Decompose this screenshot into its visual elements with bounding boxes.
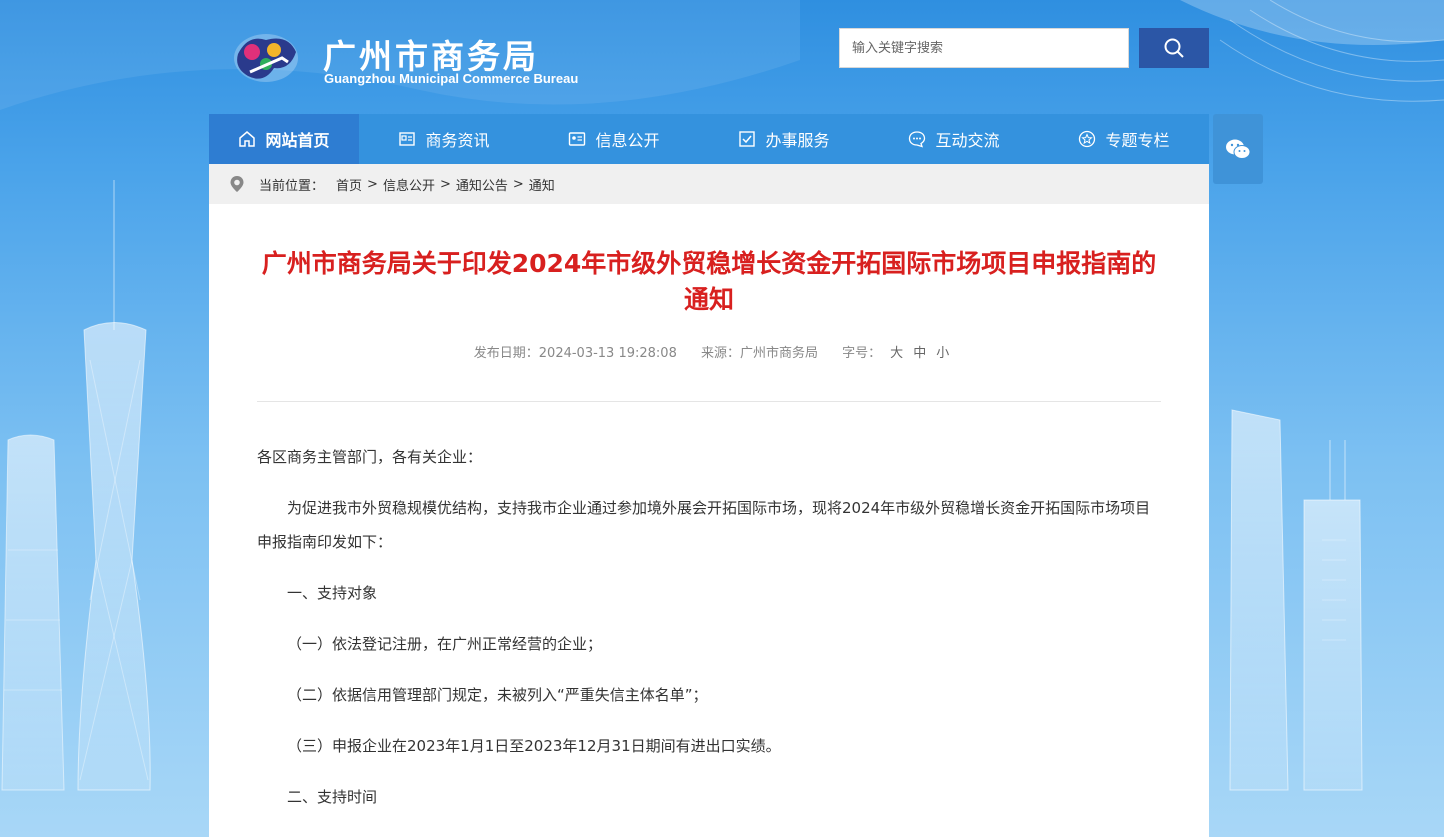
search-button[interactable] bbox=[1139, 28, 1209, 68]
paragraph-list-item: （三）申报企业在2023年1月1日至2023年12月31日期间有进出口实绩。 bbox=[287, 737, 781, 755]
breadcrumb: 当前位置： 首页 > 信息公开 > 通知公告 > 通知 bbox=[209, 164, 1209, 204]
font-size-large-button[interactable]: 大 bbox=[890, 346, 903, 361]
article-meta: 发布日期：2024-03-13 19:28:08 来源：广州市商务局 字号： 大中… bbox=[257, 342, 1161, 361]
location-pin-icon bbox=[230, 176, 244, 192]
main-nav: 网站首页 商务资讯 信息公开 办事服务 互动交流 专题专栏 bbox=[209, 114, 1209, 164]
breadcrumb-notice[interactable]: 通知 bbox=[529, 175, 555, 194]
news-icon bbox=[399, 132, 416, 146]
search-icon bbox=[1164, 38, 1184, 58]
nav-item-label: 网站首页 bbox=[265, 131, 330, 150]
nav-item-info-disclosure[interactable]: 信息公开 bbox=[529, 114, 699, 164]
nav-item-label: 互动交流 bbox=[935, 131, 1000, 150]
font-size-medium-button[interactable]: 中 bbox=[913, 346, 926, 361]
chat-bubble-icon bbox=[909, 131, 926, 148]
paragraph-section-heading: 二、支持时间 bbox=[287, 788, 378, 806]
search-input[interactable] bbox=[839, 28, 1129, 68]
nav-item-services[interactable]: 办事服务 bbox=[699, 114, 869, 164]
nav-item-label: 办事服务 bbox=[765, 131, 830, 150]
bureau-logo-icon[interactable] bbox=[230, 28, 302, 88]
paragraph-list-item: （二）依据信用管理部门规定，未被列入“严重失信主体名单”； bbox=[287, 686, 708, 704]
breadcrumb-home[interactable]: 首页 bbox=[336, 175, 362, 194]
site-subtitle: Guangzhou Municipal Commerce Bureau bbox=[324, 71, 579, 86]
nav-item-label: 商务资讯 bbox=[425, 131, 490, 150]
font-size-label: 字号： bbox=[842, 346, 882, 361]
nav-item-home[interactable]: 网站首页 bbox=[209, 114, 359, 164]
article-title: 广州市商务局关于印发2024年市级外贸稳增长资金开拓国际市场项目申报指南的通知 bbox=[261, 249, 1157, 314]
breadcrumb-separator: > bbox=[367, 176, 378, 192]
nav-item-news[interactable]: 商务资讯 bbox=[359, 114, 529, 164]
breadcrumb-announcements[interactable]: 通知公告 bbox=[456, 175, 508, 194]
article-body: 各区商务主管部门，各有关企业： 为促进我市外贸稳规模优结构，支持我市企业通过参加… bbox=[257, 440, 1161, 831]
site-header: 广州市商务局 Guangzhou Municipal Commerce Bure… bbox=[0, 0, 1444, 114]
nav-item-interaction[interactable]: 互动交流 bbox=[869, 114, 1039, 164]
nav-item-label: 专题专栏 bbox=[1105, 131, 1170, 150]
wechat-icon bbox=[1226, 139, 1251, 159]
publish-date: 发布日期：2024-03-13 19:28:08 bbox=[473, 346, 677, 361]
breadcrumb-separator: > bbox=[439, 176, 451, 192]
nav-item-label: 信息公开 bbox=[595, 131, 660, 150]
paragraph-salutation: 各区商务主管部门，各有关企业： bbox=[257, 448, 483, 466]
nav-item-topics[interactable]: 专题专栏 bbox=[1039, 114, 1209, 164]
paragraph-section-heading: 一、支持对象 bbox=[287, 584, 378, 602]
breadcrumb-prefix: 当前位置： bbox=[259, 178, 325, 194]
breadcrumb-separator: > bbox=[512, 176, 524, 192]
paragraph-intro: 为促进我市外贸稳规模优结构，支持我市企业通过参加境外展会开拓国际市场，现将202… bbox=[257, 499, 1151, 551]
checkbox-icon bbox=[739, 131, 756, 147]
article-content: 广州市商务局关于印发2024年市级外贸稳增长资金开拓国际市场项目申报指南的通知 … bbox=[209, 204, 1209, 837]
info-card-icon bbox=[569, 132, 586, 146]
breadcrumb-info-disclosure[interactable]: 信息公开 bbox=[383, 175, 435, 194]
wechat-button[interactable] bbox=[1213, 114, 1263, 184]
star-icon bbox=[1079, 130, 1096, 148]
home-icon bbox=[239, 131, 256, 147]
paragraph-list-item: （一）依法登记注册，在广州正常经营的企业； bbox=[287, 635, 603, 653]
title-divider bbox=[257, 401, 1161, 402]
font-size-small-button[interactable]: 小 bbox=[936, 346, 949, 361]
article-source: 来源：广州市商务局 bbox=[701, 346, 819, 361]
